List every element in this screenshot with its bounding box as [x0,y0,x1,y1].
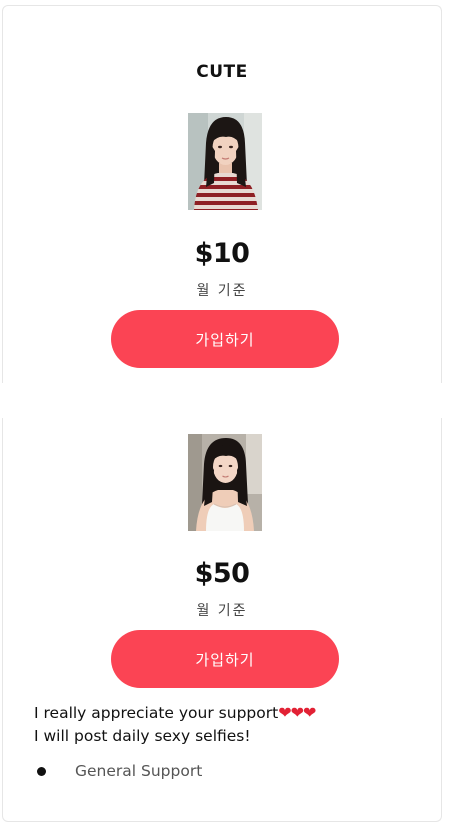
description-line-1: I really appreciate your support❤❤❤ [34,701,424,725]
membership-card-50: $50 월 기준 가입하기 I really appreciate your s… [2,418,442,822]
benefit-list-item: General Support [34,762,202,780]
join-button[interactable]: 가입하기 [111,310,339,368]
tier-price: $10 [194,238,250,269]
bullet-icon [37,766,46,776]
join-button[interactable]: 가입하기 [111,630,339,688]
tier-thumbnail [188,113,262,210]
tier-price: $50 [194,558,250,589]
benefit-label: General Support [75,762,203,780]
tier-title: CUTE [196,62,248,82]
membership-card-cute: CUTE $10 월 기준 가입하기 [2,5,442,383]
tier-description: I really appreciate your support❤❤❤ I wi… [34,701,424,748]
tier-period: 월 기준 [196,283,248,299]
tier-thumbnail [188,434,262,531]
hearts-icon: ❤❤❤ [278,703,316,722]
description-line-2: I will post daily sexy selfies! [34,727,251,745]
description-text-1: I really appreciate your support [34,704,279,722]
tier-period: 월 기준 [196,603,248,619]
